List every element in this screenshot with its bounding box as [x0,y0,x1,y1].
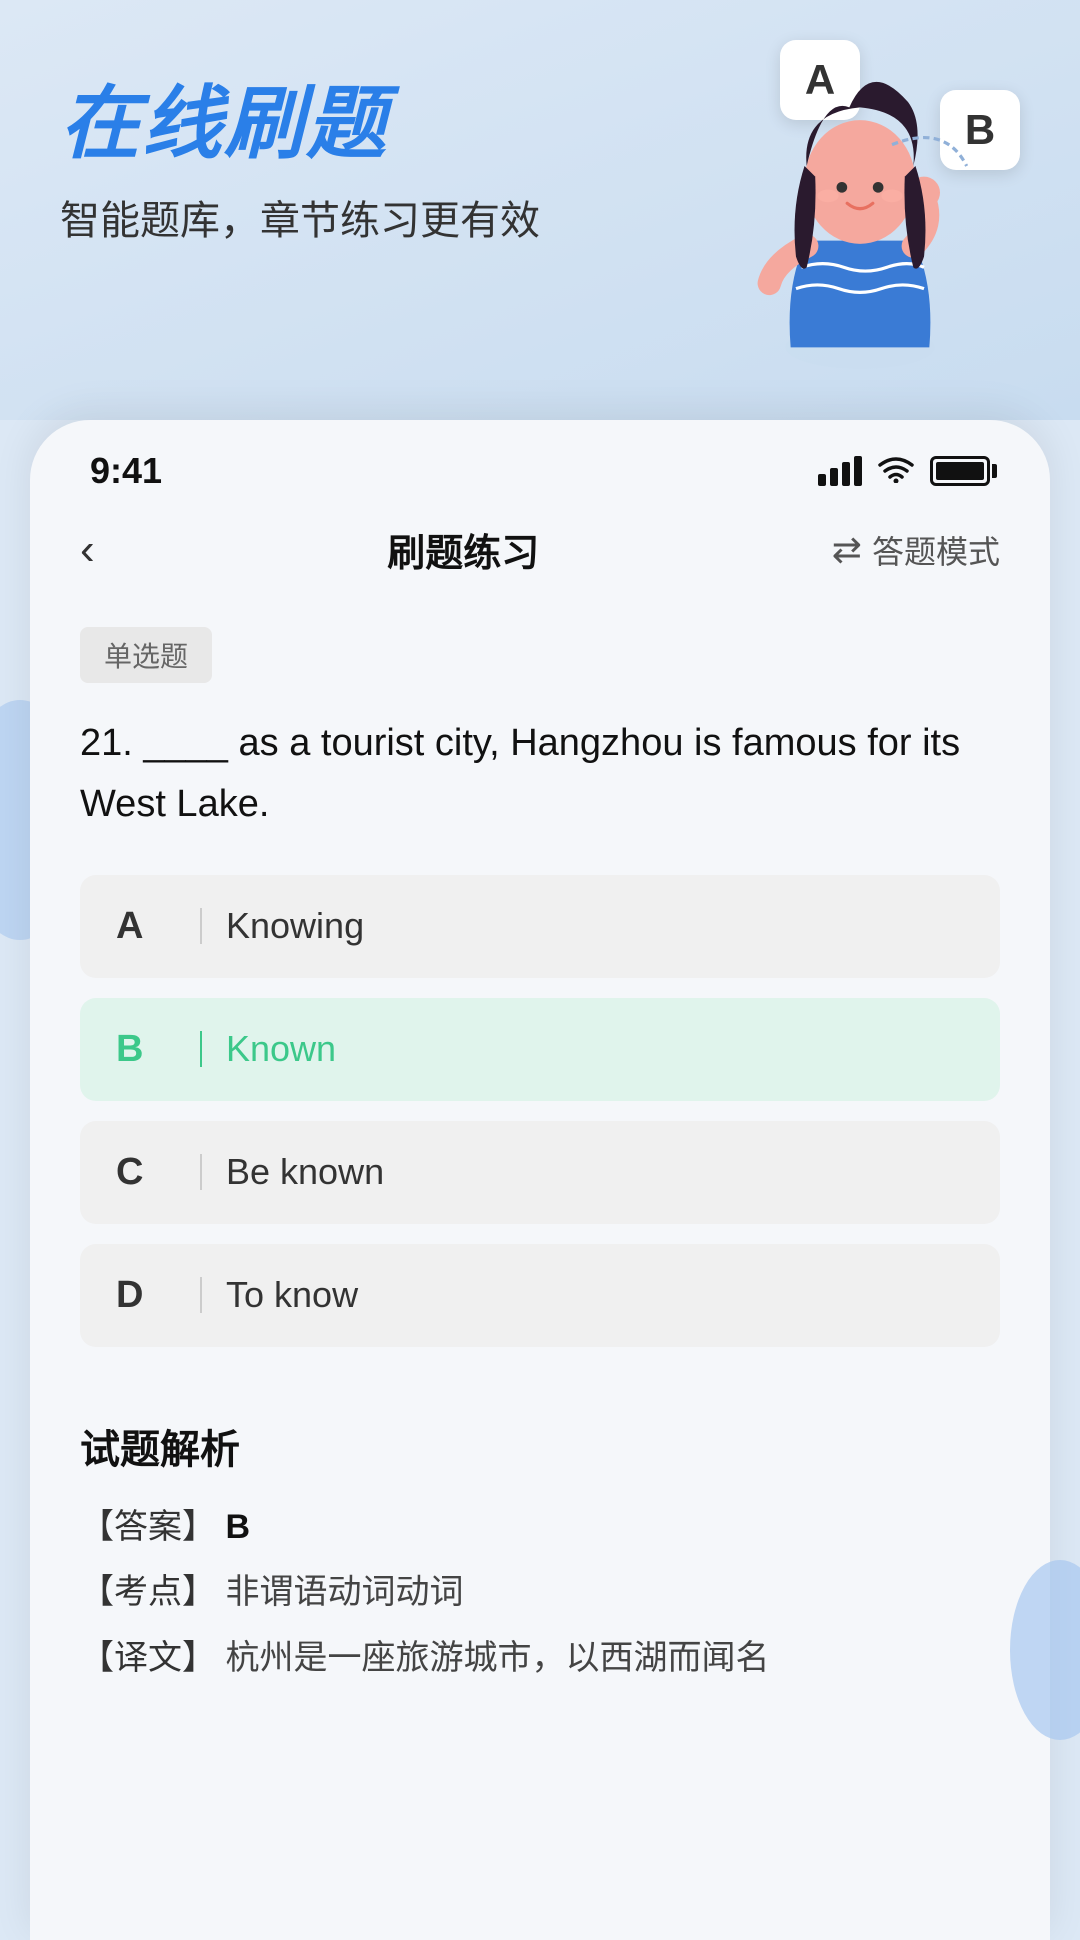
option-a-text: Knowing [226,905,364,947]
character-illustration: A B [700,30,1020,390]
options-list: A Knowing B Known C Be known D To know [80,875,1000,1347]
status-time: 9:41 [90,450,162,492]
option-c-letter: C [116,1151,176,1194]
nav-title: 刷题练习 [387,522,539,577]
option-a-letter: A [116,905,176,948]
question-blank: ____ [143,722,228,764]
option-d[interactable]: D To know [80,1244,1000,1347]
question-type-badge: 单选题 [80,627,1000,713]
option-b-text: Known [226,1028,336,1070]
question-text: 21. ____ as a tourist city, Hangzhou is … [80,713,1000,835]
analysis-keypoint-label: 【考点】 [80,1573,216,1611]
option-c-text: Be known [226,1151,384,1193]
analysis-title: 试题解析 [80,1417,1000,1475]
option-b-letter: B [116,1028,176,1071]
signal-icon [818,456,862,486]
back-button[interactable]: ‹ [80,525,95,575]
analysis-answer-value: B [225,1508,250,1546]
option-d-text: To know [226,1274,358,1316]
wifi-icon [878,450,914,492]
analysis-answer-line: 【答案】 B [80,1499,1000,1557]
analysis-section: 试题解析 【答案】 B 【考点】 非谓语动词动词 【译文】 杭州是一座旅游城市，… [30,1417,1050,1688]
nav-bar: ‹ 刷题练习 ⇄ 答题模式 [30,502,1050,607]
option-d-letter: D [116,1274,176,1317]
person-svg [700,70,1020,390]
analysis-translation-line: 【译文】 杭州是一座旅游城市，以西湖而闻名 [80,1630,1000,1688]
battery-icon [930,456,990,486]
mode-button[interactable]: ⇄ 答题模式 [832,527,1000,573]
option-b[interactable]: B Known [80,998,1000,1101]
analysis-keypoint-line: 【考点】 非谓语动词动词 [80,1564,1000,1622]
mode-label: 答题模式 [872,527,1000,573]
option-a-divider [200,908,202,944]
option-b-divider [200,1031,202,1067]
option-c[interactable]: C Be known [80,1121,1000,1224]
analysis-translation-label: 【译文】 [80,1639,216,1677]
analysis-answer-label: 【答案】 [80,1508,216,1546]
content-area: 单选题 21. ____ as a tourist city, Hangzhou… [30,607,1050,1417]
question-number: 21. [80,722,133,764]
status-bar: 9:41 [30,420,1050,502]
option-d-divider [200,1277,202,1313]
option-a[interactable]: A Knowing [80,875,1000,978]
status-icons [818,450,990,492]
mode-icon: ⇄ [832,529,862,571]
hero-section: 在线刷题 智能题库，章节练习更有效 A B [0,0,1080,420]
analysis-translation-value: 杭州是一座旅游城市，以西湖而闻名 [225,1639,769,1677]
option-c-divider [200,1154,202,1190]
phone-card: 9:41 ‹ [30,420,1050,1940]
analysis-keypoint-value: 非谓语动词动词 [225,1573,463,1611]
